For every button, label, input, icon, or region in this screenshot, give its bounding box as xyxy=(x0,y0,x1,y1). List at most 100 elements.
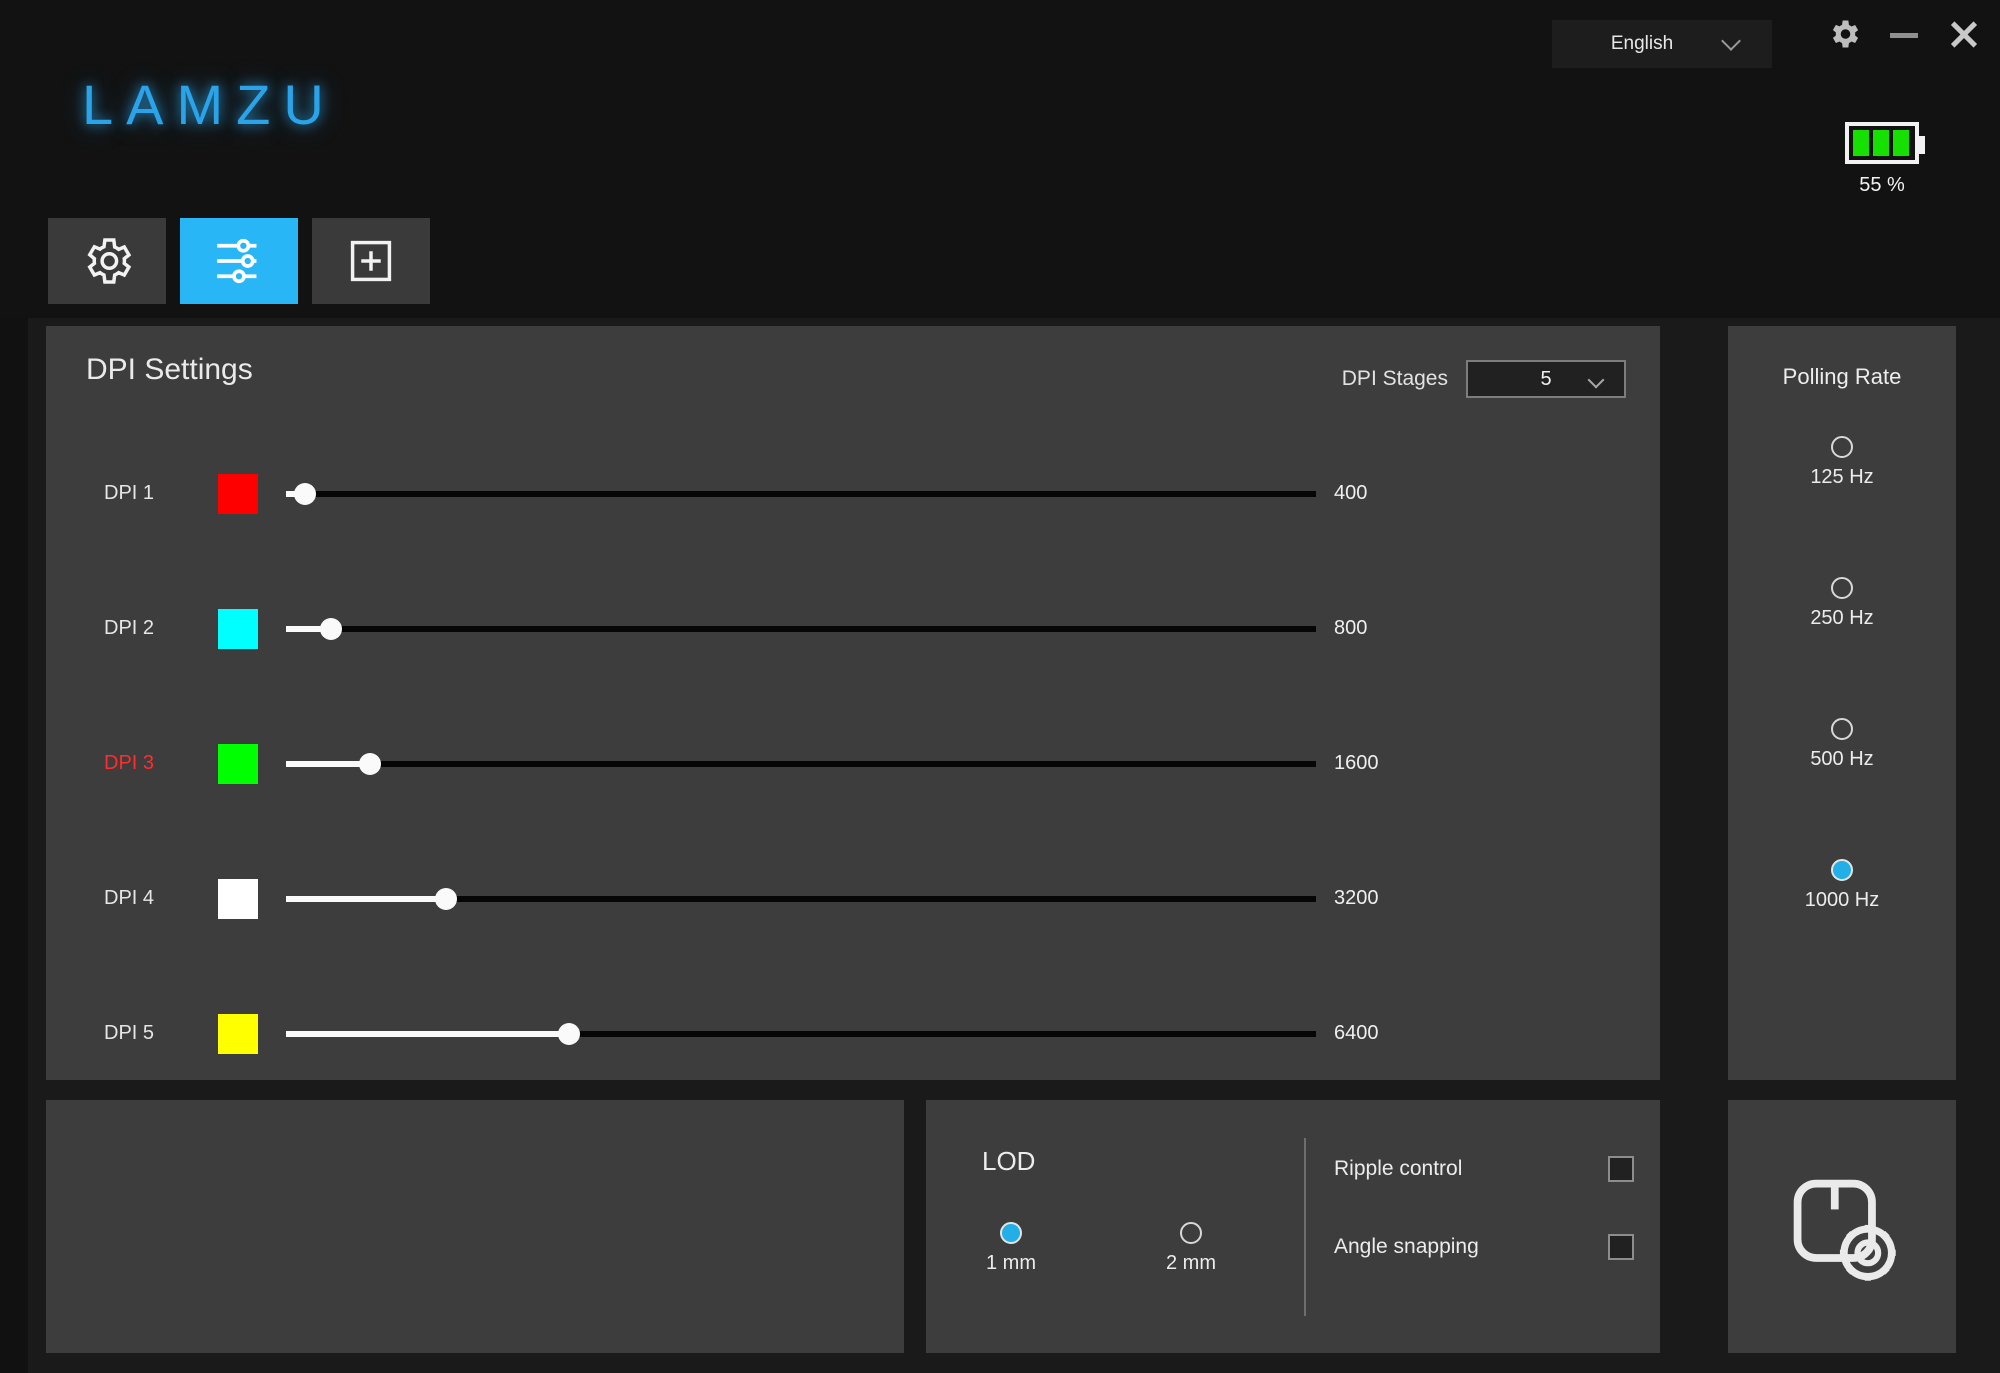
mouse-settings-icon xyxy=(1793,1179,1896,1281)
battery-cell xyxy=(1893,130,1909,156)
dpi-slider-track xyxy=(286,625,1316,632)
dpi-color-swatch[interactable] xyxy=(218,878,258,919)
polling-rate-options: 125 Hz 250 Hz 500 Hz 1000 Hz xyxy=(1728,436,1956,912)
tab-add-profile[interactable] xyxy=(312,218,430,304)
dpi-slider[interactable] xyxy=(286,617,1316,640)
battery-cell xyxy=(1873,130,1889,156)
close-icon xyxy=(1946,16,1982,52)
dpi-row: DPI 4 3200 xyxy=(46,831,1660,966)
language-selected-label: English xyxy=(1610,33,1674,54)
dpi-color-swatch[interactable] xyxy=(218,1013,258,1054)
dpi-slider-fill xyxy=(286,895,446,902)
lod-option[interactable]: 1 mm xyxy=(956,1222,1066,1275)
polling-rate-title: Polling Rate xyxy=(1782,364,1902,389)
polling-rate-option-label: 250 Hz xyxy=(1810,607,1874,629)
panel-divider xyxy=(1304,1138,1306,1316)
dpi-color-swatch[interactable] xyxy=(218,473,258,514)
dpi-slider-fill xyxy=(286,1030,570,1037)
checkbox-input[interactable] xyxy=(1608,1234,1634,1260)
minimize-button[interactable] xyxy=(1886,16,1922,52)
lod-option[interactable]: 2 mm xyxy=(1136,1222,1246,1275)
app-window: LAMZU English 55 % DPI Settings DPI Stag… xyxy=(0,0,2000,1373)
dpi-color-swatch[interactable] xyxy=(218,608,258,649)
gear-icon xyxy=(1832,20,1859,48)
radio-icon[interactable] xyxy=(1831,859,1853,881)
dpi-slider-thumb[interactable] xyxy=(558,1022,581,1045)
lod-option-label: 1 mm xyxy=(986,1252,1036,1274)
dpi-slider-thumb[interactable] xyxy=(359,752,382,775)
lod-title: LOD xyxy=(982,1146,1036,1176)
lod-checkbox-list: Ripple control Angle snapping xyxy=(1334,1156,1634,1312)
battery-icon xyxy=(1845,122,1925,164)
mouse-settings-panel[interactable] xyxy=(1728,1100,1956,1353)
polling-rate-option[interactable]: 500 Hz xyxy=(1728,718,1956,771)
checkbox-label: Ripple control xyxy=(1334,1157,1463,1180)
brand-logo: LAMZU xyxy=(82,73,337,136)
tab-performance[interactable] xyxy=(180,218,298,304)
polling-rate-option-label: 125 Hz xyxy=(1810,466,1874,488)
dpi-row: DPI 1 400 xyxy=(46,426,1660,561)
radio-icon[interactable] xyxy=(1831,577,1853,599)
chevron-down-icon xyxy=(1587,371,1605,389)
dpi-value-label: 1600 xyxy=(1334,752,1379,774)
dpi-label: DPI 3 xyxy=(104,752,155,774)
dpi-stages-control: DPI Stages 5 xyxy=(1342,360,1626,398)
dpi-value-label: 3200 xyxy=(1334,887,1379,909)
dpi-value-label: 400 xyxy=(1334,482,1368,504)
content-area: DPI Settings DPI Stages 5 DPI 1 400 DPI 2 8… xyxy=(28,318,2000,1373)
polling-rate-option-label: 1000 Hz xyxy=(1804,889,1880,911)
radio-icon[interactable] xyxy=(1000,1222,1022,1244)
dpi-slider[interactable] xyxy=(286,482,1316,505)
sliders-icon xyxy=(217,238,257,284)
dpi-row-list: DPI 1 400 DPI 2 800 DPI 3 1600 DPI 4 3200 DPI 5 6… xyxy=(46,426,1660,1101)
dpi-label: DPI 5 xyxy=(104,1022,155,1044)
dpi-label: DPI 4 xyxy=(104,887,155,909)
dpi-color-swatch[interactable] xyxy=(218,743,258,784)
dpi-value-label: 6400 xyxy=(1334,1022,1379,1044)
lod-panel: LOD 1 mm 2 mm Ripple control Angle snappin… xyxy=(926,1100,1660,1353)
dpi-row: DPI 3 1600 xyxy=(46,696,1660,831)
polling-rate-option[interactable]: 1000 Hz xyxy=(1728,859,1956,912)
dpi-slider[interactable] xyxy=(286,887,1316,910)
tab-general-settings[interactable] xyxy=(48,218,166,304)
dpi-settings-title: DPI Settings xyxy=(86,353,253,386)
gear-icon xyxy=(87,238,132,284)
polling-rate-option-label: 500 Hz xyxy=(1810,748,1874,770)
dpi-stages-label: DPI Stages xyxy=(1341,367,1448,390)
dpi-slider[interactable] xyxy=(286,1022,1316,1045)
lod-option-label: 2 mm xyxy=(1166,1252,1216,1274)
radio-icon[interactable] xyxy=(1180,1222,1202,1244)
dpi-row: DPI 5 6400 xyxy=(46,966,1660,1101)
radio-icon[interactable] xyxy=(1831,718,1853,740)
dpi-stages-dropdown[interactable]: 5 xyxy=(1466,360,1626,398)
empty-panel xyxy=(46,1100,904,1353)
dpi-slider-track xyxy=(286,760,1316,767)
close-button[interactable] xyxy=(1946,16,1982,52)
dpi-slider-thumb[interactable] xyxy=(320,617,343,640)
window-controls xyxy=(1826,16,1982,52)
dpi-settings-panel: DPI Settings DPI Stages 5 DPI 1 400 DPI 2 8… xyxy=(46,326,1660,1080)
dpi-slider-track xyxy=(286,490,1316,497)
main-tab-bar xyxy=(48,218,430,304)
battery-percent-label: 55 % xyxy=(1859,174,1905,196)
checkbox-row[interactable]: Angle snapping xyxy=(1334,1234,1634,1260)
dpi-value-label: 800 xyxy=(1334,617,1368,639)
minimize-icon xyxy=(1890,33,1918,38)
checkbox-row[interactable]: Ripple control xyxy=(1334,1156,1634,1182)
dpi-slider-fill xyxy=(286,760,371,767)
plus-square-icon xyxy=(350,240,392,282)
dpi-label: DPI 2 xyxy=(104,617,155,639)
settings-button[interactable] xyxy=(1826,16,1862,52)
checkbox-input[interactable] xyxy=(1608,1156,1634,1182)
lod-options: 1 mm 2 mm xyxy=(956,1222,1246,1275)
dpi-slider[interactable] xyxy=(286,752,1316,775)
checkbox-label: Angle snapping xyxy=(1334,1235,1479,1258)
dpi-slider-thumb[interactable] xyxy=(434,887,457,910)
polling-rate-option[interactable]: 250 Hz xyxy=(1728,577,1956,630)
language-selector[interactable]: English xyxy=(1552,20,1772,68)
polling-rate-option[interactable]: 125 Hz xyxy=(1728,436,1956,489)
battery-indicator: 55 % xyxy=(1822,122,1942,197)
radio-icon[interactable] xyxy=(1831,436,1853,458)
dpi-slider-thumb[interactable] xyxy=(293,482,316,505)
battery-cell xyxy=(1853,130,1869,156)
